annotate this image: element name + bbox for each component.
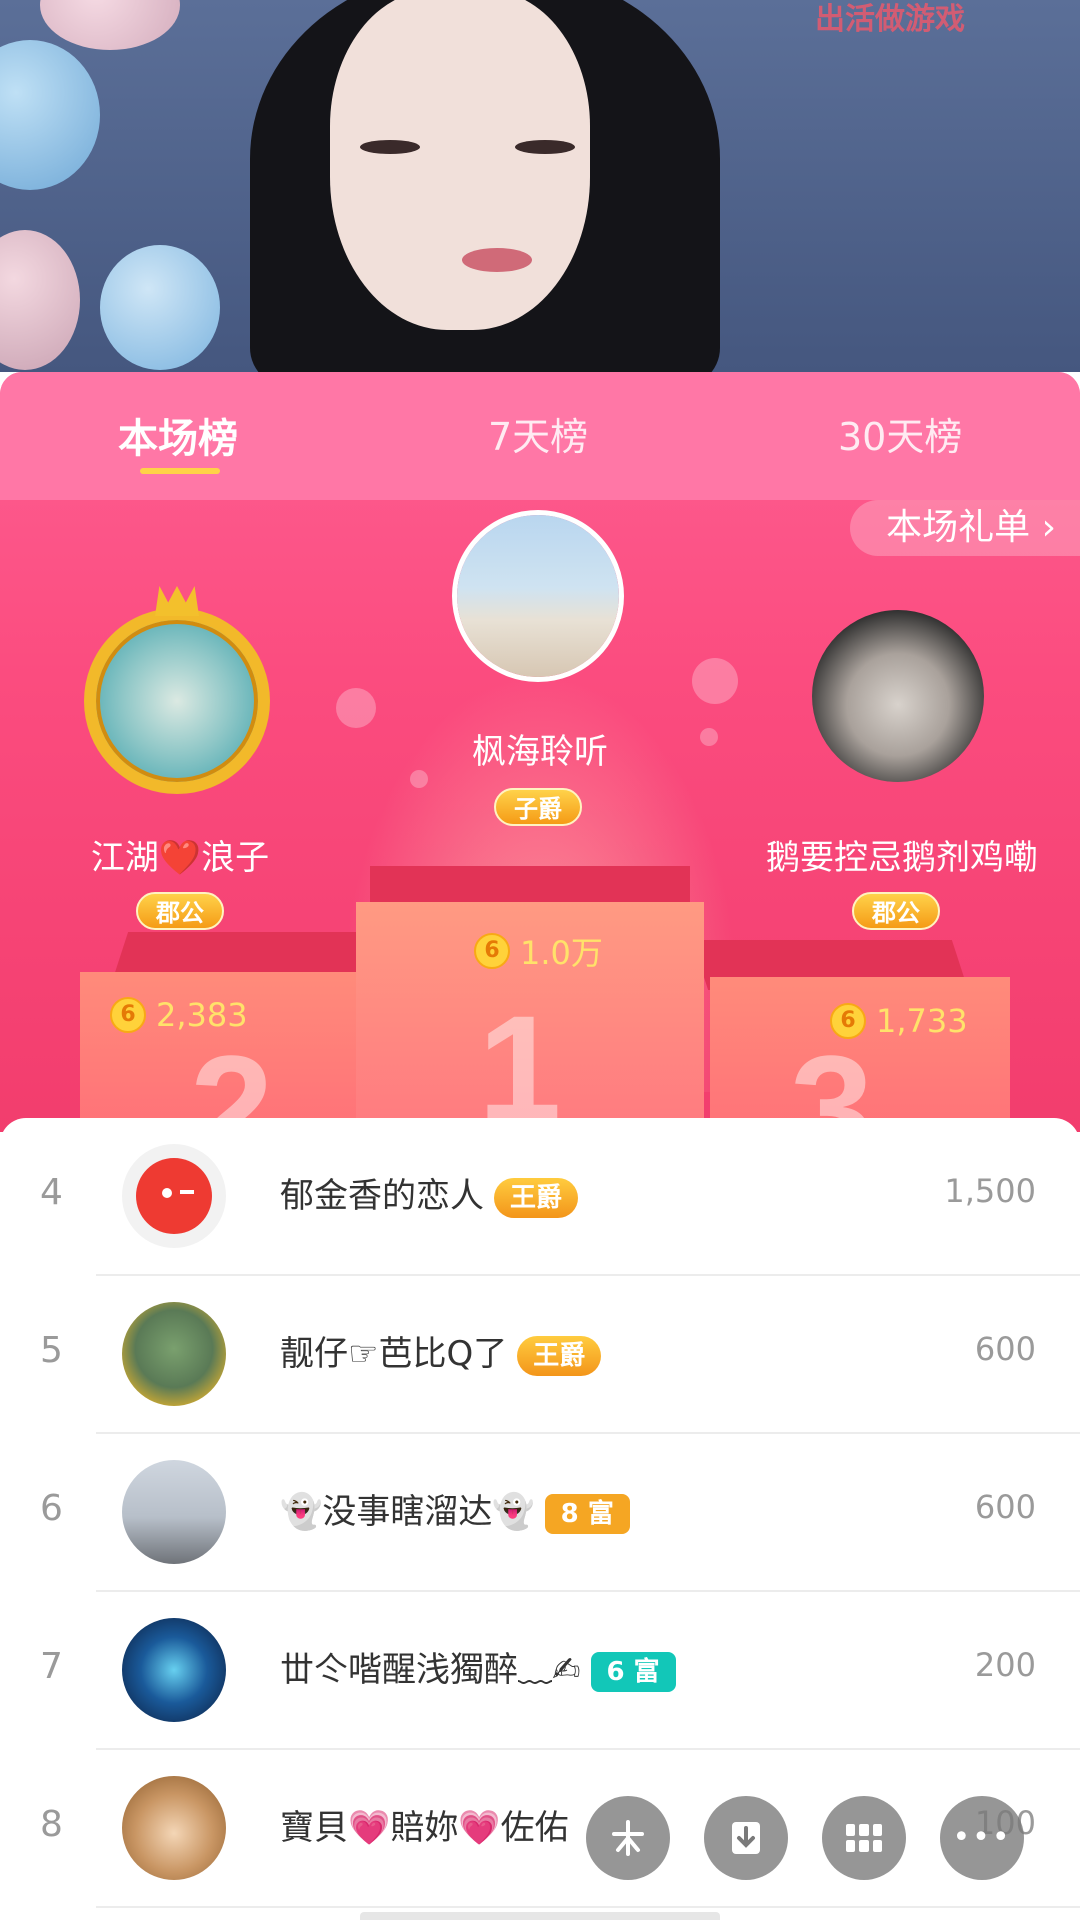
rank-number: 6 xyxy=(40,1488,63,1529)
third-place-avatar[interactable] xyxy=(812,610,984,782)
first-place-title-badge: 子爵 xyxy=(494,788,582,826)
live-video: 出活做游戏 xyxy=(0,0,1080,372)
coin-icon: 6 xyxy=(110,997,146,1033)
gift-list-link[interactable]: 本场礼单 › xyxy=(850,500,1080,556)
sparkle xyxy=(336,688,376,728)
list-item[interactable]: 6 👻没事瞎溜达👻 8 富 600 xyxy=(0,1434,1080,1592)
third-place-score: 6 1,733 xyxy=(830,1002,968,1040)
avatar[interactable] xyxy=(122,1776,226,1880)
balloon xyxy=(0,40,100,190)
rank-number: 8 xyxy=(40,1804,63,1845)
score: 1,500 xyxy=(944,1172,1036,1210)
ranking-panel: 本场榜 7天榜 30天榜 本场礼单 › 2 3 1 枫海聆听 子爵 6 1.0万… xyxy=(0,372,1080,1132)
third-place-score-value: 1,733 xyxy=(876,1002,968,1040)
more-button[interactable]: ••• xyxy=(940,1796,1024,1880)
effects-button[interactable] xyxy=(586,1796,670,1880)
ranking-list: 4 郁金香的恋人 王爵 1,500 5 靓仔☞芭比Q了 王爵 600 6 👻没事瞎溜… xyxy=(0,1118,1080,1920)
rank-number: 4 xyxy=(40,1172,63,1213)
grid-menu-button[interactable] xyxy=(822,1796,906,1880)
second-place-score-value: 2,383 xyxy=(156,996,248,1034)
list-item[interactable]: 8 寶貝💗賠妳💗佐佑 100 xyxy=(0,1750,1080,1908)
avatar[interactable] xyxy=(122,1302,226,1406)
active-tab-indicator xyxy=(140,468,220,474)
grid-icon xyxy=(846,1824,882,1852)
avatar[interactable] xyxy=(122,1618,226,1722)
balloon xyxy=(0,230,80,370)
crown-icon xyxy=(155,586,199,616)
score: 600 xyxy=(974,1330,1036,1368)
stream-overlay-text: 出活做游戏 xyxy=(815,2,965,37)
user-name: 郁金香的恋人 王爵 xyxy=(280,1168,579,1218)
first-place-score-value: 1.0万 xyxy=(520,934,603,972)
gold-avatar-frame xyxy=(84,608,270,794)
wealth-level-badge: 6 富 xyxy=(590,1651,676,1692)
second-place-name: 江湖❤️浪子 xyxy=(90,838,270,878)
list-item[interactable]: 5 靓仔☞芭比Q了 王爵 600 xyxy=(0,1276,1080,1434)
second-place-score: 6 2,383 xyxy=(110,996,248,1034)
streamer xyxy=(250,0,720,372)
download-button[interactable] xyxy=(704,1796,788,1880)
sparkle xyxy=(410,770,428,788)
user-name: 靓仔☞芭比Q了 王爵 xyxy=(280,1326,602,1376)
download-icon xyxy=(732,1822,760,1854)
divider xyxy=(96,1906,1080,1908)
coin-icon: 6 xyxy=(830,1003,866,1039)
sparkle-icon xyxy=(612,1820,644,1856)
third-place-title-badge: 郡公 xyxy=(852,892,940,930)
noble-badge: 王爵 xyxy=(517,1335,602,1376)
score: 600 xyxy=(974,1488,1036,1526)
first-place-score: 6 1.0万 xyxy=(474,928,603,974)
coin-icon: 6 xyxy=(474,933,510,969)
rank-number: 7 xyxy=(40,1646,63,1687)
bottom-handle xyxy=(360,1912,720,1920)
tab-30-days[interactable]: 30天榜 xyxy=(838,406,962,461)
wealth-level-badge: 8 富 xyxy=(544,1493,630,1534)
third-place-name: 鹅要控忌鹅剂鸡嘞 xyxy=(766,838,1038,878)
balloon xyxy=(40,0,180,50)
score: 200 xyxy=(974,1646,1036,1684)
podium-first-number: 1 xyxy=(478,984,562,1132)
avatar[interactable] xyxy=(122,1460,226,1564)
tab-7-days[interactable]: 7天榜 xyxy=(488,406,588,461)
ranking-tabs: 本场榜 7天榜 30天榜 xyxy=(0,372,1080,500)
podium-second-number: 2 xyxy=(190,1024,274,1132)
rank-number: 5 xyxy=(40,1330,63,1371)
user-name: 👻没事瞎溜达👻 8 富 xyxy=(280,1484,630,1534)
avatar[interactable] xyxy=(122,1144,226,1248)
balloon xyxy=(100,245,220,370)
list-item[interactable]: 7 丗仒喈醒浅獨醉﹏✍ 6 富 200 xyxy=(0,1592,1080,1750)
tab-this-session[interactable]: 本场榜 xyxy=(118,406,238,464)
user-name: 丗仒喈醒浅獨醉﹏✍ 6 富 xyxy=(280,1642,676,1692)
sparkle xyxy=(700,728,718,746)
noble-badge: 王爵 xyxy=(494,1177,579,1218)
second-place-title-badge: 郡公 xyxy=(136,892,224,930)
sparkle xyxy=(692,658,738,704)
list-item[interactable]: 4 郁金香的恋人 王爵 1,500 xyxy=(0,1118,1080,1276)
first-place-name: 枫海聆听 xyxy=(472,732,608,772)
first-place-avatar[interactable] xyxy=(452,510,624,682)
user-name: 寶貝💗賠妳💗佐佑 xyxy=(280,1808,569,1848)
